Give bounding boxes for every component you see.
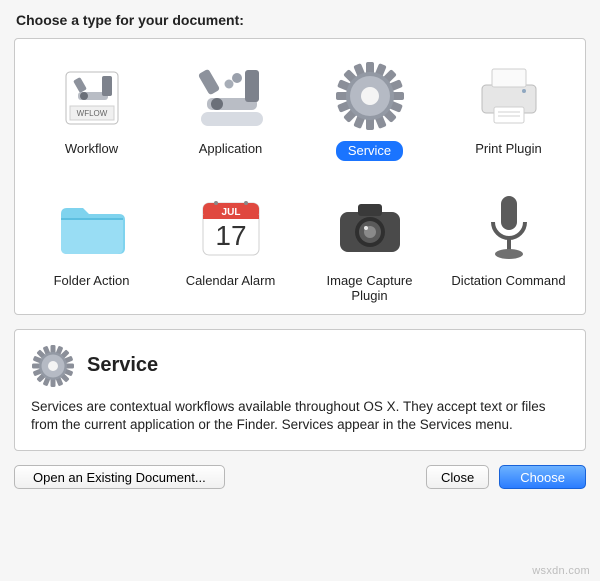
svg-text:17: 17 bbox=[215, 220, 246, 251]
type-application[interactable]: Application bbox=[164, 57, 297, 161]
close-button[interactable]: Close bbox=[426, 465, 489, 489]
gear-icon bbox=[31, 344, 75, 388]
watermark-text: wsxdn.com bbox=[532, 565, 590, 577]
button-row: Open an Existing Document... Close Choos… bbox=[14, 465, 586, 489]
type-label: Print Plugin bbox=[475, 141, 541, 157]
description-title: Service bbox=[87, 354, 158, 377]
microphone-icon bbox=[470, 189, 548, 267]
type-grid-panel: WFLOW Workflow bbox=[14, 38, 586, 315]
workflow-icon: WFLOW bbox=[53, 57, 131, 135]
type-folder-action[interactable]: Folder Action bbox=[25, 189, 158, 304]
type-workflow[interactable]: WFLOW Workflow bbox=[25, 57, 158, 161]
open-existing-button[interactable]: Open an Existing Document... bbox=[14, 465, 225, 489]
type-label: Calendar Alarm bbox=[186, 273, 276, 289]
type-dictation-command[interactable]: Dictation Command bbox=[442, 189, 575, 304]
type-label: Folder Action bbox=[54, 273, 130, 289]
printer-icon bbox=[470, 57, 548, 135]
type-label: Dictation Command bbox=[451, 273, 565, 289]
type-calendar-alarm[interactable]: JUL 17 Calendar Alarm bbox=[164, 189, 297, 304]
type-print-plugin[interactable]: Print Plugin bbox=[442, 57, 575, 161]
application-icon bbox=[192, 57, 270, 135]
svg-text:JUL: JUL bbox=[221, 207, 240, 218]
type-image-capture-plugin[interactable]: Image Capture Plugin bbox=[303, 189, 436, 304]
camera-icon bbox=[331, 189, 409, 267]
dialog-heading: Choose a type for your document: bbox=[16, 12, 586, 28]
choose-button[interactable]: Choose bbox=[499, 465, 586, 489]
type-label: Service bbox=[336, 141, 403, 161]
service-gear-icon bbox=[331, 57, 409, 135]
description-panel: Service Services are contextual workflow… bbox=[14, 329, 586, 451]
calendar-icon: JUL 17 bbox=[192, 189, 270, 267]
type-label: Application bbox=[199, 141, 263, 157]
type-service[interactable]: Service bbox=[303, 57, 436, 161]
type-label: Image Capture Plugin bbox=[310, 273, 430, 304]
type-label: Workflow bbox=[65, 141, 118, 157]
svg-text:WFLOW: WFLOW bbox=[76, 109, 107, 118]
description-body: Services are contextual workflows availa… bbox=[31, 398, 569, 434]
folder-icon bbox=[53, 189, 131, 267]
